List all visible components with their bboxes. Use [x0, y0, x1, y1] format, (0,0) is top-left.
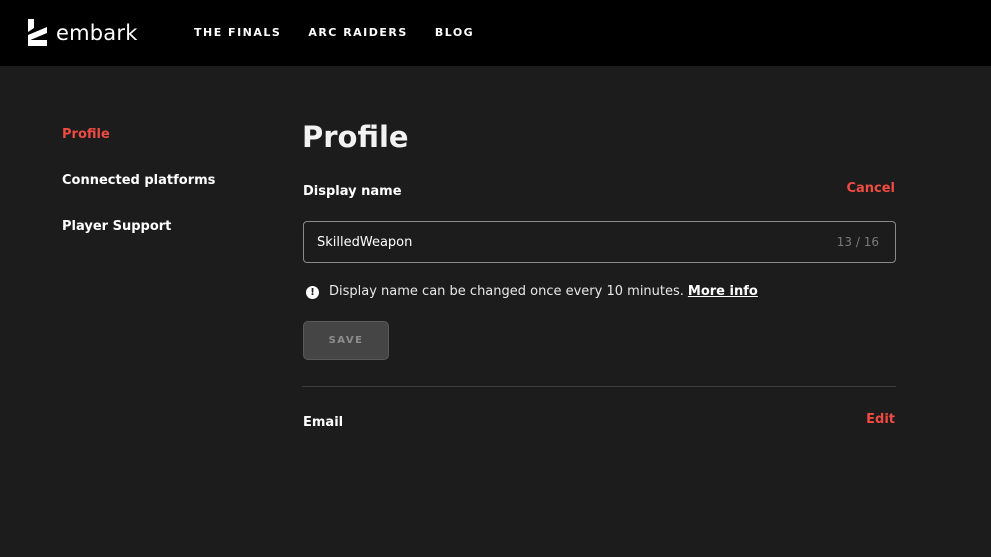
page-title: Profile — [302, 120, 409, 154]
main-nav: THE FINALS ARC RAIDERS BLOG — [194, 25, 501, 40]
nav-link-arc-raiders[interactable]: ARC RAIDERS — [308, 25, 408, 40]
display-name-input[interactable] — [317, 222, 817, 262]
display-name-field: 13 / 16 — [303, 221, 896, 263]
embark-logo[interactable]: embark — [28, 19, 138, 46]
top-navbar: embark THE FINALS ARC RAIDERS BLOG — [0, 0, 991, 66]
sidebar-item-player-support[interactable]: Player Support — [62, 218, 215, 236]
email-label: Email — [303, 415, 344, 430]
nav-link-the-finals[interactable]: THE FINALS — [194, 25, 281, 40]
settings-sidebar: Profile Connected platforms Player Suppo… — [62, 126, 215, 264]
display-name-hint: ! Display name can be changed once every… — [306, 283, 758, 301]
sidebar-item-connected-platforms[interactable]: Connected platforms — [62, 172, 215, 190]
nav-link-blog[interactable]: BLOG — [435, 25, 474, 40]
cancel-button[interactable]: Cancel — [846, 180, 895, 198]
exclamation-circle-icon: ! — [306, 285, 319, 299]
character-counter: 13 / 16 — [836, 235, 879, 249]
edit-email-button[interactable]: Edit — [866, 411, 895, 429]
hint-text: Display name can be changed once every 1… — [329, 284, 684, 299]
save-button[interactable]: SAVE — [303, 321, 389, 360]
display-name-label: Display name — [303, 184, 402, 199]
sidebar-item-profile[interactable]: Profile — [62, 126, 215, 144]
brand-name: embark — [56, 20, 138, 45]
embark-logo-icon — [28, 19, 47, 46]
more-info-link[interactable]: More info — [688, 283, 758, 301]
section-divider — [302, 386, 896, 387]
